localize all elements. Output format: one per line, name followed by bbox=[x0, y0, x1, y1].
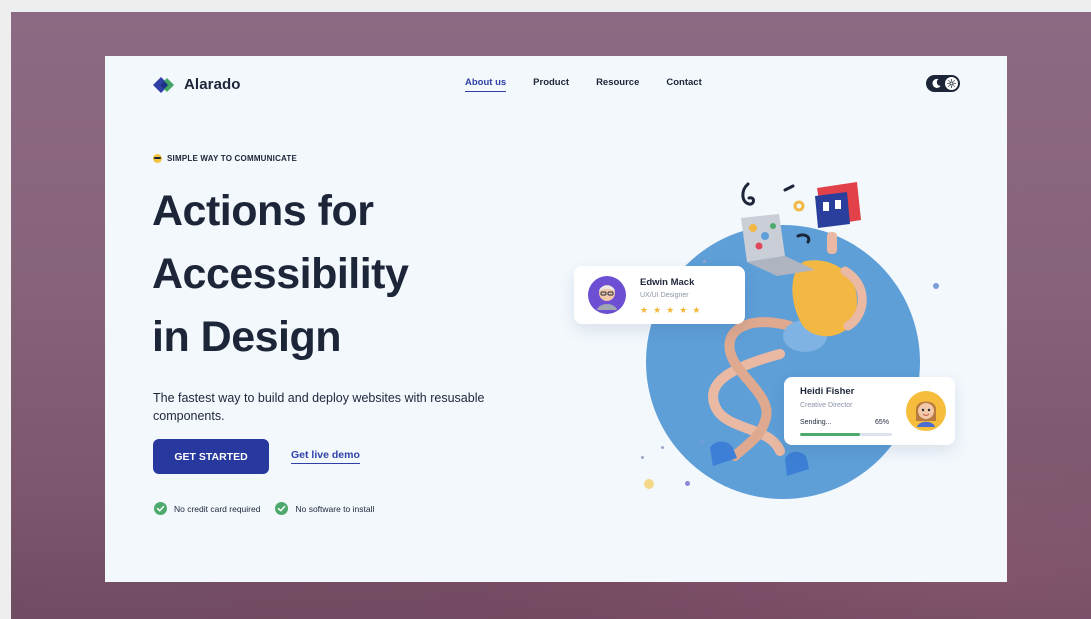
theme-toggle[interactable] bbox=[926, 75, 960, 92]
logo-diamond-icon bbox=[153, 76, 174, 93]
sunglasses-emoji-icon bbox=[153, 154, 162, 163]
profile-card-edwin: Edwin Mack UX/UI Designer ★ ★ ★ ★ ★ bbox=[574, 266, 745, 324]
card-name-edwin: Edwin Mack bbox=[640, 277, 695, 288]
rating-stars: ★ ★ ★ ★ ★ bbox=[640, 306, 700, 315]
moon-icon bbox=[932, 78, 941, 88]
user-avatar-icon bbox=[597, 285, 617, 310]
headline-line-1: Actions for bbox=[152, 187, 374, 235]
profile-card-heidi: Heidi Fisher Creative Director Sending..… bbox=[784, 377, 955, 445]
headline-line-2: Accessibility bbox=[152, 250, 409, 298]
user-avatar-icon bbox=[916, 401, 936, 427]
star-icon: ★ bbox=[640, 305, 649, 315]
card-role-heidi: Creative Director bbox=[800, 402, 853, 409]
star-icon: ★ bbox=[653, 305, 662, 315]
star-icon: ★ bbox=[666, 305, 675, 315]
card-name-heidi: Heidi Fisher bbox=[800, 386, 855, 397]
nav-contact[interactable]: Contact bbox=[666, 77, 701, 92]
star-icon: ★ bbox=[679, 305, 688, 315]
main-nav: About us Product Resource Contact bbox=[465, 77, 702, 92]
sending-status: Sending... bbox=[800, 419, 832, 426]
progress-bar-fill bbox=[800, 433, 860, 436]
check-item-no-credit-card: No credit card required bbox=[154, 502, 260, 515]
brand-name: Alarado bbox=[184, 76, 241, 93]
get-started-button[interactable]: GET STARTED bbox=[153, 439, 269, 474]
hero-headline: Actions for Accessibility in Design bbox=[152, 180, 409, 369]
tagline-text: SIMPLE WAY TO COMMUNICATE bbox=[167, 154, 298, 163]
star-icon: ★ bbox=[692, 305, 701, 315]
nav-product[interactable]: Product bbox=[533, 77, 569, 92]
toggle-knob bbox=[945, 77, 958, 90]
floating-character-illustration bbox=[708, 182, 867, 476]
check-item-no-software: No software to install bbox=[275, 502, 374, 515]
check-circle-icon bbox=[154, 502, 167, 515]
brand-logo[interactable]: Alarado bbox=[153, 76, 241, 93]
card-role-edwin: UX/UI Designer bbox=[640, 292, 689, 299]
avatar-heidi bbox=[906, 391, 946, 431]
hero-tagline: SIMPLE WAY TO COMMUNICATE bbox=[153, 154, 297, 163]
nav-resource[interactable]: Resource bbox=[596, 77, 639, 92]
sun-icon bbox=[947, 79, 956, 88]
check-text: No software to install bbox=[295, 503, 375, 514]
hero-subtext: The fastest way to build and deploy webs… bbox=[153, 391, 485, 423]
check-text: No credit card required bbox=[174, 503, 261, 514]
landing-page: Alarado About us Product Resource Contac… bbox=[105, 56, 1007, 582]
progress-percent: 65% bbox=[875, 419, 890, 426]
hero-illustration: Edwin Mack UX/UI Designer ★ ★ ★ ★ ★ Heid… bbox=[565, 176, 985, 506]
live-demo-link[interactable]: Get live demo bbox=[291, 449, 360, 464]
headline-line-3: in Design bbox=[152, 313, 342, 361]
progress-bar bbox=[800, 433, 892, 436]
check-circle-icon bbox=[275, 502, 289, 515]
nav-about-us[interactable]: About us bbox=[465, 77, 507, 92]
avatar-edwin bbox=[588, 276, 626, 314]
feature-checks: No credit card required No software to i… bbox=[154, 502, 374, 515]
